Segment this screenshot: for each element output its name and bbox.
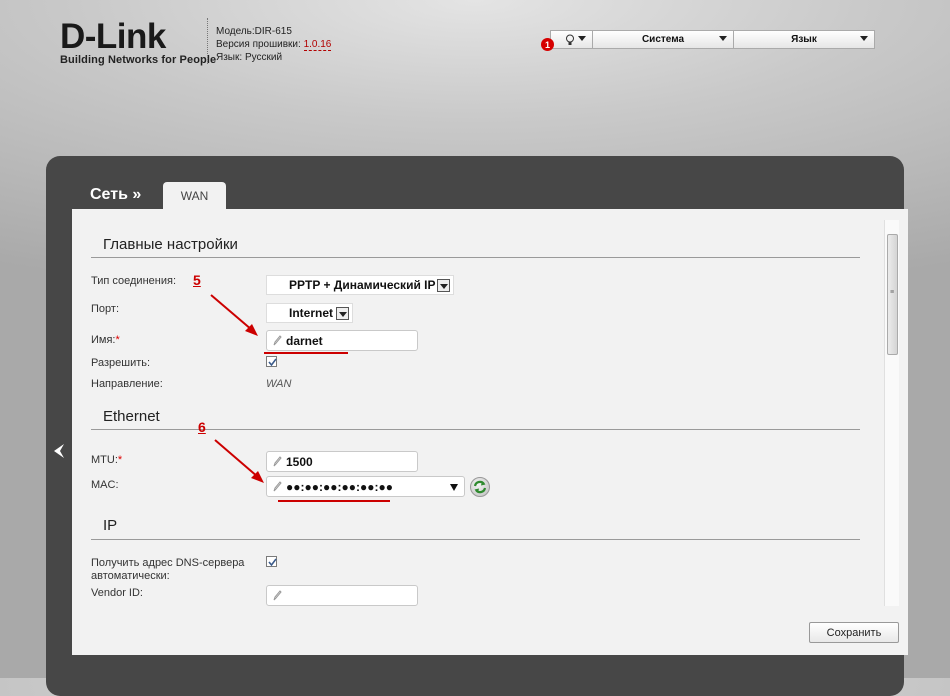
model-row: Модель:DIR-615 <box>216 26 292 37</box>
language-menu[interactable]: Язык <box>734 31 874 48</box>
language-row: Язык: Русский <box>216 52 283 63</box>
chevron-down-icon <box>336 307 349 320</box>
grip-icon: ≡ <box>890 289 895 296</box>
section-divider <box>91 257 860 258</box>
chevron-down-icon <box>437 279 450 292</box>
header-divider <box>207 18 208 64</box>
section-divider <box>91 539 860 540</box>
mtu-input[interactable]: 1500 <box>266 451 418 472</box>
section-title-ip: IP <box>103 517 118 534</box>
port-label: Порт: <box>91 303 119 315</box>
tab-wan[interactable]: WAN <box>163 182 226 210</box>
pencil-icon <box>273 590 282 601</box>
notification-badge[interactable]: 1 <box>541 38 554 51</box>
system-menu[interactable]: Система <box>593 31 734 48</box>
dns-auto-checkbox[interactable] <box>266 556 277 567</box>
checkmark-icon <box>268 358 277 367</box>
mac-label: MAC: <box>91 479 119 491</box>
pencil-icon <box>273 456 282 467</box>
required-mark: * <box>117 454 123 466</box>
refresh-mac-button[interactable] <box>470 477 490 497</box>
annotation-marker-5: 5 <box>193 272 201 288</box>
direction-value: WAN <box>266 378 292 390</box>
chevron-down-icon <box>578 36 586 41</box>
dns-auto-label: Получить адрес DNS-сервера автоматически… <box>91 557 245 582</box>
enable-label: Разрешить: <box>91 357 151 369</box>
vendor-id-input[interactable] <box>266 585 418 606</box>
mac-combobox[interactable]: ●●:●●:●●:●●:●●:●● <box>266 476 465 497</box>
annotation-underline <box>278 500 390 502</box>
section-title-main: Главные настройки <box>103 236 238 253</box>
notifications-menu[interactable] <box>551 31 593 48</box>
logo-tagline: Building Networks for People <box>60 54 217 66</box>
vendor-id-label: Vendor ID: <box>91 587 143 599</box>
breadcrumb[interactable]: Сеть » <box>90 186 141 204</box>
device-info: Модель:DIR-615 Версия прошивки: 1.0.16 Я… <box>216 25 332 64</box>
back-arrow-icon[interactable] <box>53 443 65 464</box>
annotation-underline <box>264 352 348 354</box>
checkmark-icon <box>268 558 277 567</box>
pencil-icon <box>273 481 282 492</box>
firmware-row: Версия прошивки: 1.0.16 <box>216 39 332 51</box>
connection-type-label: Тип соединения: <box>91 275 176 287</box>
enable-checkbox[interactable] <box>266 356 277 367</box>
scrollbar[interactable]: ≡ <box>884 220 899 606</box>
firmware-link[interactable]: 1.0.16 <box>303 39 332 51</box>
section-title-ethernet: Ethernet <box>103 408 160 425</box>
chevron-down-icon <box>719 36 727 41</box>
logo-text: D-Link <box>60 17 166 56</box>
section-divider <box>91 429 860 430</box>
lightbulb-icon <box>566 34 574 45</box>
annotation-marker-6: 6 <box>198 419 206 435</box>
dlink-logo: D-Link Building Networks for People <box>60 17 217 66</box>
pencil-icon <box>273 335 282 346</box>
language-value: Русский <box>244 52 283 63</box>
port-select[interactable]: Internet <box>266 303 353 323</box>
scrollbar-thumb[interactable]: ≡ <box>887 234 898 355</box>
required-mark: * <box>115 334 120 346</box>
dropdown-arrow-icon[interactable] <box>450 484 458 491</box>
mtu-label: MTU:* <box>91 454 123 466</box>
name-input[interactable]: darnet <box>266 330 418 351</box>
name-label: Имя:* <box>91 334 120 346</box>
connection-type-select[interactable]: PPTP + Динамический IP <box>266 275 454 295</box>
model-value: DIR-615 <box>254 26 292 37</box>
top-menu-bar: Система Язык <box>550 30 875 49</box>
direction-label: Направление: <box>91 378 163 390</box>
save-button[interactable]: Сохранить <box>809 622 899 643</box>
chevron-down-icon <box>860 36 868 41</box>
refresh-icon <box>473 480 487 494</box>
